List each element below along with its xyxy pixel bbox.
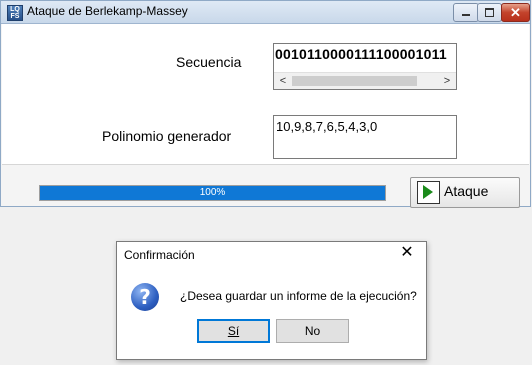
play-icon (417, 181, 440, 204)
dialog-title: Confirmación (124, 248, 195, 262)
minimize-button[interactable] (453, 3, 479, 22)
polynomial-field[interactable]: 10,9,8,7,6,5,4,3,0 (273, 115, 457, 159)
main-window: LQ FS Ataque de Berlekamp-Massey ✕ Secue… (0, 0, 531, 208)
sequence-label: Secuencia (176, 54, 242, 70)
no-button[interactable]: No (276, 319, 349, 343)
polynomial-label: Polinomio generador (102, 128, 232, 144)
maximize-icon (485, 8, 494, 17)
close-button[interactable]: ✕ (501, 3, 530, 22)
window-title: Ataque de Berlekamp-Massey (27, 4, 188, 18)
dialog-close-icon[interactable]: ✕ (396, 244, 418, 262)
title-bar[interactable]: LQ FS Ataque de Berlekamp-Massey ✕ (1, 1, 530, 24)
no-button-label: No (304, 324, 321, 338)
sequence-value[interactable]: 0010110000111100001011 (275, 46, 447, 62)
app-icon: LQ FS (7, 5, 23, 21)
attack-button-label: Ataque (444, 183, 489, 199)
sequence-field[interactable]: 0010110000111100001011 < > (273, 43, 457, 90)
yes-button[interactable]: Sí (197, 319, 270, 343)
app-icon-bottom-text: FS (10, 13, 20, 20)
close-icon: ✕ (510, 5, 521, 20)
yes-button-label: Sí (227, 324, 240, 338)
confirmation-dialog: Confirmación ✕ ? ¿Desea guardar un infor… (116, 241, 427, 360)
scrollbar-thumb[interactable] (292, 76, 417, 86)
app-icon-top-text: LQ (10, 6, 20, 13)
sequence-scrollbar[interactable]: < > (274, 72, 456, 89)
polynomial-value[interactable]: 10,9,8,7,6,5,4,3,0 (276, 119, 377, 134)
question-icon: ? (131, 283, 159, 311)
attack-button[interactable]: Ataque (410, 177, 520, 208)
dialog-message: ¿Desea guardar un informe de la ejecució… (180, 289, 417, 303)
progress-bar: 100% (39, 185, 386, 201)
scroll-right-icon[interactable]: > (440, 74, 454, 89)
maximize-button[interactable] (477, 3, 502, 22)
progress-text: 100% (199, 187, 226, 198)
scroll-left-icon[interactable]: < (276, 74, 290, 89)
minimize-icon (462, 14, 470, 16)
